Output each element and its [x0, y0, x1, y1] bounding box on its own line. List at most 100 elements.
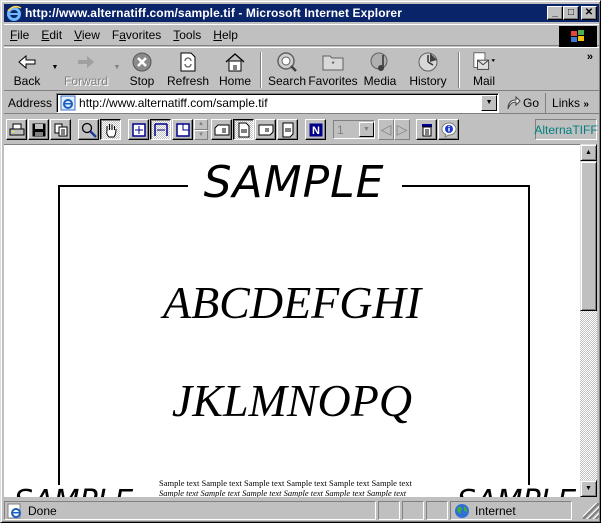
window-title: http://www.alternatiff.com/sample.tif - … — [25, 6, 402, 20]
sample-text-italic: Sample text Sample text Sample text Samp… — [159, 488, 407, 497]
save-button[interactable] — [28, 119, 49, 140]
resize-grip[interactable] — [583, 502, 599, 519]
rotate-left-button[interactable] — [211, 119, 232, 140]
print-button[interactable] — [6, 119, 27, 140]
browser-window: http://www.alternatiff.com/sample.tif - … — [0, 0, 601, 523]
back-button[interactable]: Back — [4, 48, 50, 90]
home-button[interactable]: Home — [214, 48, 256, 90]
menu-accel: a — [119, 28, 126, 42]
go-arrow-icon — [507, 95, 521, 109]
forward-dropdown-arrow-icon[interactable]: ▼ — [112, 48, 122, 71]
fit-width-icon — [153, 122, 168, 136]
maximize-icon: □ — [567, 7, 575, 18]
copy-icon — [54, 123, 67, 136]
forward-button[interactable]: Forward — [60, 48, 112, 90]
page-portrait-button[interactable] — [233, 119, 254, 140]
chevron-down-icon[interactable]: ▼ — [359, 122, 374, 137]
status-text: Done — [28, 503, 57, 518]
actual-size-button[interactable] — [172, 119, 193, 140]
svg-text:N: N — [312, 125, 320, 137]
menu-label: vorites — [125, 28, 162, 42]
info-button[interactable] — [438, 119, 459, 140]
pan-button[interactable] — [100, 119, 121, 140]
favorites-button[interactable]: * Favorites — [308, 48, 358, 90]
zoom-button[interactable] — [78, 119, 99, 140]
properties-button[interactable] — [416, 119, 437, 140]
menu-file[interactable]: File — [4, 28, 35, 42]
mail-label: Mail — [472, 74, 495, 88]
media-icon — [370, 52, 388, 71]
svg-text:*: * — [331, 60, 334, 69]
back-arrow-icon — [18, 54, 36, 70]
menu-edit[interactable]: Edit — [35, 28, 68, 42]
copy-button[interactable] — [50, 119, 71, 140]
page-flip-button[interactable] — [277, 119, 298, 140]
toolbar-separator — [260, 52, 262, 88]
scroll-thumb[interactable] — [580, 161, 597, 311]
address-dropdown-button[interactable]: ▼ — [481, 94, 498, 111]
negative-button[interactable]: N — [305, 119, 326, 140]
alternatiff-toolbar: ▲ ▼ N 1 ▼ ◁ ▷ AlternaTIFF — [4, 116, 599, 143]
menu-help[interactable]: Help — [207, 28, 244, 42]
menu-label: ools — [179, 28, 202, 42]
search-label: Search — [267, 74, 307, 88]
address-input[interactable]: http://www.alternatiff.com/sample.tif ▼ — [56, 92, 500, 113]
go-button[interactable]: Go — [499, 92, 547, 113]
fit-window-button[interactable] — [128, 119, 149, 140]
rotate-right-button[interactable] — [255, 119, 276, 140]
toolbar-overflow-chevron-icon[interactable]: » — [587, 51, 593, 63]
refresh-label: Refresh — [166, 74, 210, 88]
back-dropdown-arrow-icon[interactable]: ▼ — [50, 48, 60, 71]
mail-button[interactable]: Mail — [464, 48, 504, 90]
address-bar: Address http://www.alternatiff.com/sampl… — [4, 92, 599, 114]
scroll-down-button[interactable]: ▼ — [580, 480, 597, 497]
globe-icon — [455, 503, 469, 518]
minimize-icon: _ — [552, 7, 558, 18]
search-button[interactable]: Search — [266, 48, 308, 90]
fit-window-icon — [131, 122, 146, 137]
title-bar[interactable]: http://www.alternatiff.com/sample.tif - … — [4, 4, 599, 22]
menu-favorites[interactable]: Favorites — [106, 28, 167, 42]
alternatiff-brand[interactable]: AlternaTIFF — [534, 119, 598, 140]
media-label: Media — [363, 74, 397, 88]
vertical-scrollbar[interactable]: ▲ ▼ — [580, 144, 597, 497]
sample-text-block: Sample text Sample text Sample text Samp… — [159, 478, 412, 497]
menu-bar: File Edit View Favorites Tools Help — [4, 24, 599, 48]
close-button[interactable]: ✕ — [581, 6, 597, 20]
next-page-button[interactable]: ▷ — [394, 119, 410, 140]
menu-tools[interactable]: Tools — [167, 28, 207, 42]
refresh-button[interactable]: Refresh — [162, 48, 214, 90]
status-panel — [426, 501, 448, 520]
zoom-spinner[interactable]: ▲ ▼ — [194, 119, 208, 140]
history-icon — [418, 52, 438, 72]
minimize-button[interactable]: _ — [547, 6, 563, 20]
page-flipped-icon — [282, 122, 293, 137]
spin-down-icon[interactable]: ▼ — [194, 129, 208, 140]
prev-page-button[interactable]: ◁ — [378, 119, 394, 140]
stop-button[interactable]: Stop — [122, 48, 162, 90]
next-page-icon: ▷ — [396, 121, 408, 137]
media-button[interactable]: Media — [358, 48, 402, 90]
maximize-button[interactable]: □ — [563, 6, 579, 20]
menu-label: dit — [49, 28, 63, 42]
alphabet-line-1: ABCDEFGHI — [162, 277, 422, 328]
history-button[interactable]: History — [402, 48, 454, 90]
actual-size-icon — [175, 122, 190, 137]
zone-text: Internet — [475, 503, 516, 518]
page-select[interactable]: 1 ▼ — [333, 120, 375, 139]
status-main: Done — [4, 501, 376, 520]
page-ie-icon — [60, 95, 76, 110]
menu-view[interactable]: View — [68, 28, 106, 42]
fit-width-button[interactable] — [150, 119, 171, 140]
links-button[interactable]: Links » — [546, 96, 589, 110]
document-viewport[interactable]: SAMPLE ABCDEFGHI JKLMNOPQ Sample text Sa… — [4, 144, 580, 497]
page-landscape-right-icon — [258, 124, 273, 135]
page-number: 1 — [337, 122, 344, 137]
floppy-disk-icon — [32, 123, 45, 136]
back-label: Back — [13, 74, 41, 88]
stop-icon — [132, 52, 152, 72]
links-label: Links — [552, 95, 581, 110]
scroll-up-button[interactable]: ▲ — [580, 144, 597, 161]
spin-up-icon[interactable]: ▲ — [194, 119, 208, 130]
status-panel — [402, 501, 424, 520]
